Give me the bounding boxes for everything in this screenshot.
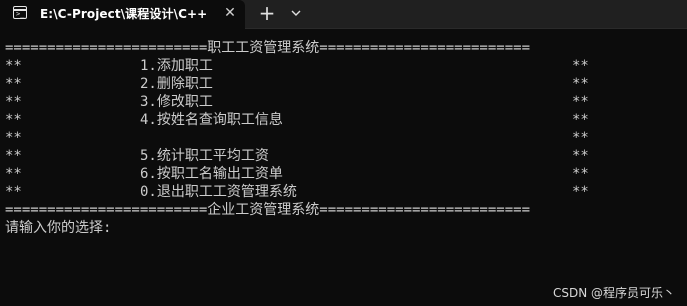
- menu-item-query: 4.按姓名查询职工信息: [140, 112, 283, 128]
- menu-item-average: 5.统计职工平均工资: [140, 148, 269, 164]
- left-border-stars: **: [5, 112, 22, 128]
- menu-item-modify: 3.修改职工: [140, 94, 213, 110]
- menu-item-delete: 2.删除职工: [140, 76, 213, 92]
- right-border-stars: **: [572, 76, 589, 92]
- menu-item-payslip: 6.按职工名输出工资单: [140, 166, 283, 182]
- console-output: ========================职工工资管理系统========…: [0, 29, 687, 306]
- terminal-icon: >_: [13, 6, 27, 19]
- new-tab-button[interactable]: +: [256, 3, 278, 25]
- menu-footer-line: ========================企业工资管理系统========…: [5, 202, 531, 218]
- left-border-stars: **: [5, 94, 22, 110]
- left-border-stars: **: [5, 130, 22, 146]
- title-bar: >_ E:\C-Project\课程设计\C++课 ✕ +: [0, 0, 687, 29]
- tab-title: E:\C-Project\课程设计\C++课: [40, 7, 206, 21]
- terminal-tab[interactable]: >_ E:\C-Project\课程设计\C++课 ✕: [0, 0, 245, 29]
- right-border-stars: **: [572, 58, 589, 74]
- chevron-down-icon[interactable]: [287, 4, 305, 22]
- left-border-stars: **: [5, 166, 22, 182]
- right-border-stars: **: [572, 184, 589, 200]
- menu-item-add: 1.添加职工: [140, 58, 213, 74]
- right-border-stars: **: [572, 112, 589, 128]
- left-border-stars: **: [5, 58, 22, 74]
- right-border-stars: **: [572, 94, 589, 110]
- close-tab-icon[interactable]: ✕: [222, 5, 238, 21]
- left-border-stars: **: [5, 76, 22, 92]
- menu-header-line: ========================职工工资管理系统========…: [5, 40, 531, 56]
- right-border-stars: **: [572, 148, 589, 164]
- input-prompt[interactable]: 请输入你的选择:: [5, 219, 111, 237]
- menu-item-exit: 0.退出职工工资管理系统: [140, 184, 297, 200]
- right-border-stars: **: [572, 166, 589, 182]
- left-border-stars: **: [5, 184, 22, 200]
- right-border-stars: **: [572, 130, 589, 146]
- watermark-text: CSDN @程序员可乐丶: [552, 286, 675, 300]
- left-border-stars: **: [5, 148, 22, 164]
